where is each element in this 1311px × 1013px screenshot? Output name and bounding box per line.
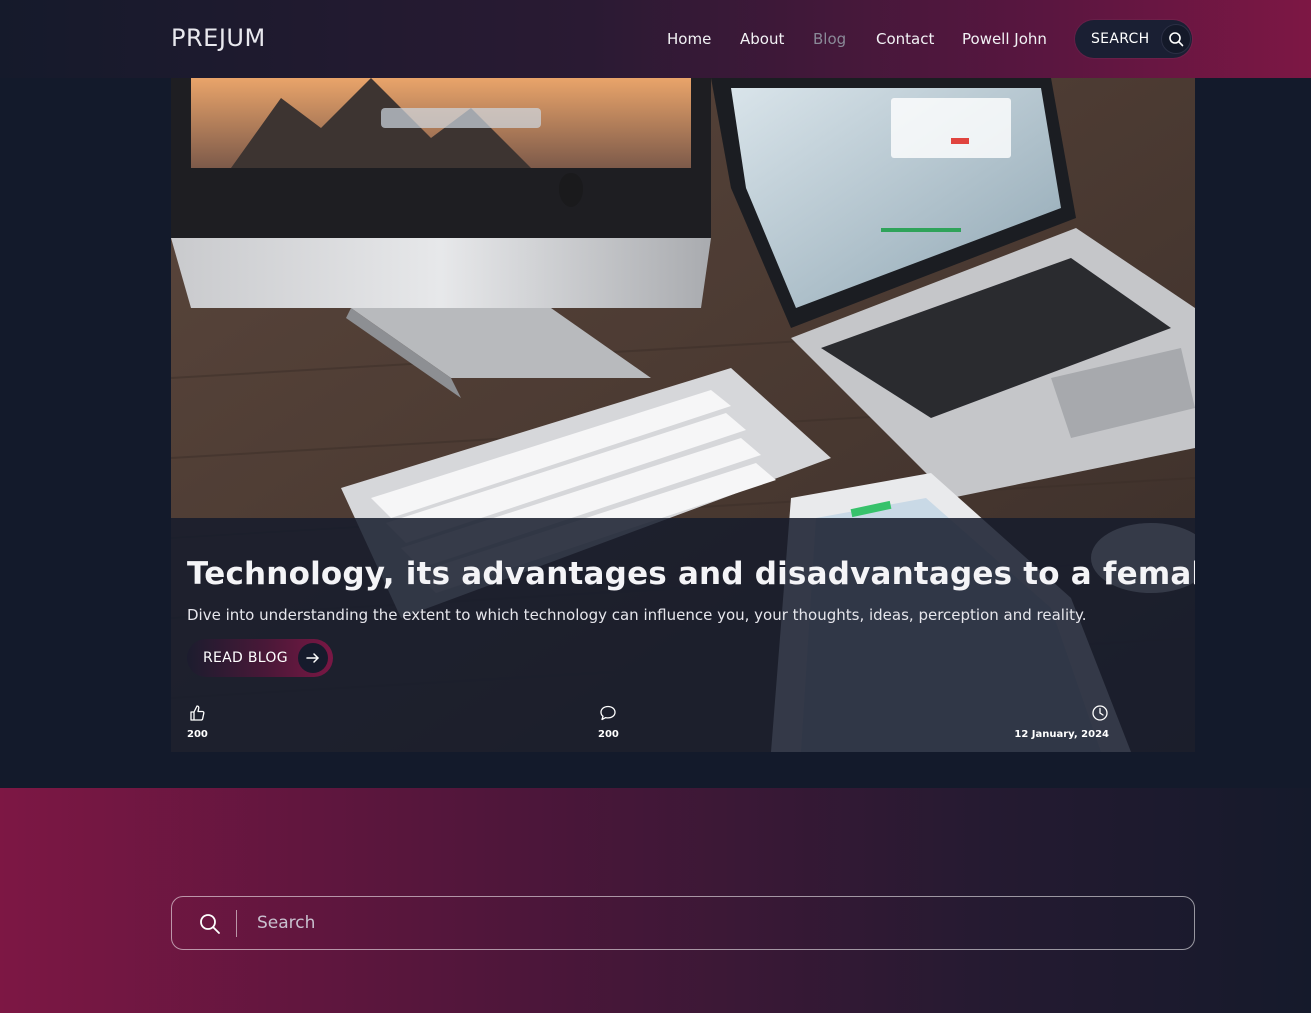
comments-count: 200	[598, 729, 619, 740]
search-input[interactable]	[257, 897, 1157, 949]
search-divider	[236, 910, 237, 937]
read-blog-label: READ BLOG	[203, 650, 288, 666]
blog-description: Dive into understanding the extent to wh…	[187, 606, 1087, 624]
header-search-label: SEARCH	[1091, 31, 1150, 47]
likes-stat[interactable]: 200	[187, 704, 208, 740]
blog-title[interactable]: Technology, its advantages and disadvant…	[187, 556, 1195, 592]
date-stat: 12 January, 2024	[1009, 704, 1109, 740]
arrow-right-icon	[298, 643, 328, 673]
clock-icon	[1091, 704, 1109, 726]
site-logo[interactable]: PREJUM	[171, 24, 266, 52]
site-header: PREJUM Home About Blog Contact Powell Jo…	[0, 0, 1311, 78]
featured-blog-card[interactable]: Technology, its advantages and disadvant…	[171, 78, 1195, 752]
nav-item-home[interactable]: Home	[667, 30, 711, 48]
nav-item-contact[interactable]: Contact	[876, 30, 934, 48]
comments-stat[interactable]: 200	[598, 704, 619, 740]
search-icon	[1161, 24, 1191, 54]
post-date: 12 January, 2024	[1014, 729, 1109, 740]
likes-count: 200	[187, 729, 208, 740]
nav-item-about[interactable]: About	[740, 30, 784, 48]
search-section	[0, 788, 1311, 1013]
header-search-button[interactable]: SEARCH	[1075, 20, 1192, 58]
nav-item-blog[interactable]: Blog	[813, 30, 846, 48]
comment-icon	[599, 705, 617, 726]
search-icon	[198, 912, 222, 940]
nav-item-profile[interactable]: Powell John	[962, 30, 1047, 48]
search-bar[interactable]	[171, 896, 1195, 950]
thumbs-up-icon	[188, 705, 206, 726]
read-blog-button[interactable]: READ BLOG	[187, 639, 333, 677]
